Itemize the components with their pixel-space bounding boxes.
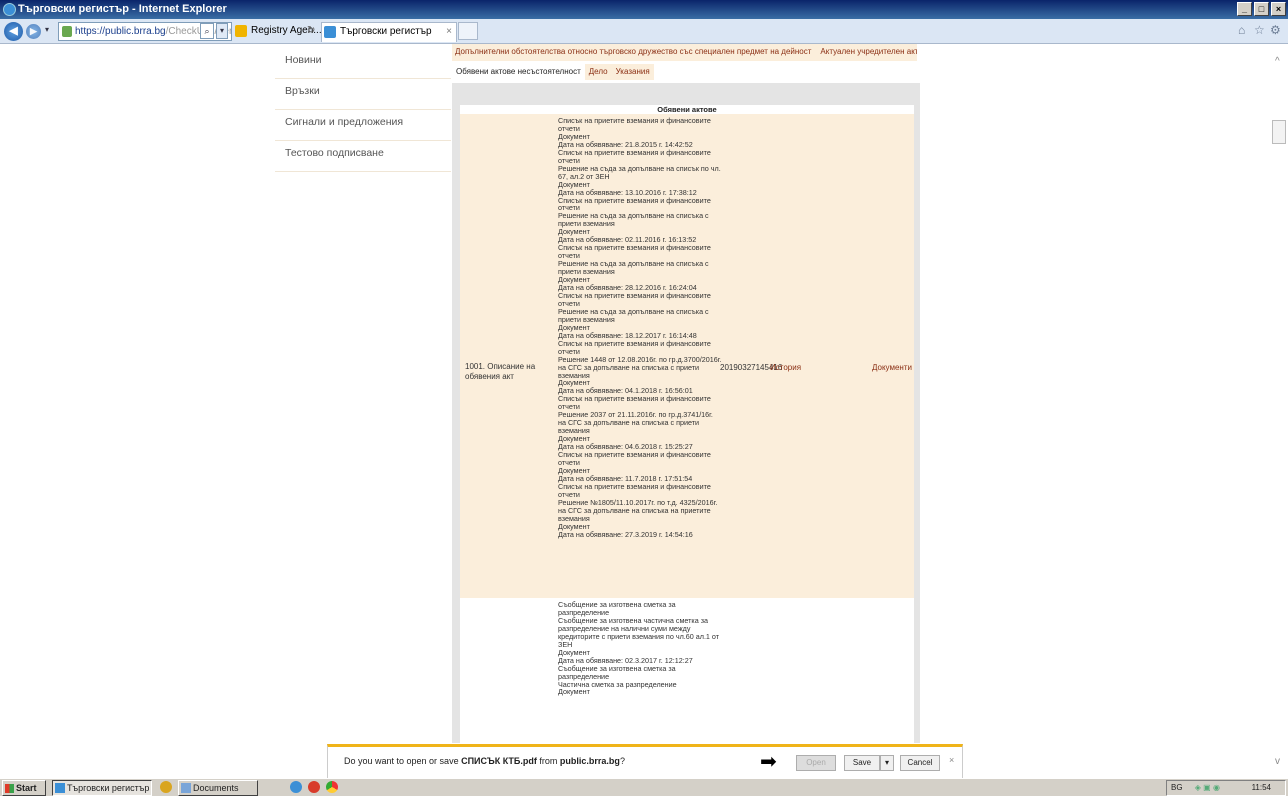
entry-text: кредиторите с приети вземания по чл.60 а… bbox=[558, 631, 720, 641]
subtabs: Обявени актове несъстоятелност Дело Указан… bbox=[452, 64, 654, 80]
tab-instructions[interactable]: Указания bbox=[611, 64, 654, 80]
documents-folder-icon bbox=[181, 783, 191, 793]
registry-favicon-icon bbox=[235, 25, 247, 37]
pointing-arrow-icon: ➡ bbox=[760, 751, 777, 773]
scroll-up-icon[interactable]: ^ bbox=[1275, 56, 1280, 67]
tab-case[interactable]: Дело bbox=[584, 64, 612, 80]
save-button[interactable]: Save bbox=[844, 755, 880, 771]
new-tab-button[interactable] bbox=[458, 22, 478, 40]
top-links: Допълнителни обстоятелства относно търго… bbox=[452, 44, 917, 61]
cancel-button[interactable]: Cancel bbox=[900, 755, 940, 771]
address-dropdown-icon[interactable]: ▾ bbox=[216, 23, 228, 39]
announced-acts-list: Съобщение за изготвена сметка за разпреде… bbox=[558, 601, 726, 696]
download-prompt-middle: from bbox=[536, 756, 560, 766]
taskbar-item-ie-label: Търговски регистър -... bbox=[67, 783, 151, 793]
scroll-down-icon[interactable]: v bbox=[1275, 756, 1280, 767]
entry-text: Списък на приетите вземания и финансовит… bbox=[558, 243, 711, 253]
internet-explorer-icon bbox=[55, 783, 65, 793]
sidebar-item-test-signing[interactable]: Тестово подписване bbox=[275, 141, 451, 172]
maximize-button[interactable]: □ bbox=[1254, 2, 1269, 16]
entry-text: Списък на приетите вземания и финансовит… bbox=[558, 290, 711, 300]
system-tray: BG ◈ ▣ ◉ 11:54 bbox=[1166, 780, 1286, 796]
chrome-icon[interactable] bbox=[326, 781, 338, 793]
search-icon[interactable]: ⌕ bbox=[200, 23, 214, 39]
window-controls: _ □ × bbox=[1237, 2, 1286, 16]
link-additional-circumstances[interactable]: Допълнителни обстоятелства относно търго… bbox=[455, 47, 811, 56]
forward-icon[interactable]: ▶ bbox=[26, 24, 41, 39]
save-options-dropdown[interactable]: ▾ bbox=[880, 755, 894, 771]
entry-text: Списък на приетите вземания и финансовит… bbox=[558, 481, 711, 491]
browser-navbar: ◀ ▶ ▾ https://public.brra.bg/CheckUps/Ve… bbox=[0, 19, 1288, 44]
close-window-button[interactable]: × bbox=[1271, 2, 1286, 16]
vertical-scrollbar[interactable]: ^ v bbox=[1271, 44, 1288, 768]
gear-icon[interactable]: ⚙ bbox=[1270, 23, 1281, 37]
entry-text: Списък на приетите вземания и финансовит… bbox=[558, 338, 711, 348]
sidebar-item-links[interactable]: Връзки bbox=[275, 79, 451, 110]
tab-registry-agency[interactable]: Registry Agen... bbox=[233, 22, 322, 42]
internet-explorer-icon bbox=[3, 3, 16, 16]
clock: 11:54 bbox=[1251, 783, 1271, 792]
sidebar: Новини Връзки Сигнали и предложения Тест… bbox=[275, 48, 451, 172]
entry-text: Дата на обявяване: 27.3.2019 г. 14:54:16 bbox=[558, 529, 693, 539]
folder-icon[interactable] bbox=[160, 781, 172, 793]
history-dropdown-icon[interactable]: ▾ bbox=[45, 25, 49, 34]
tab-trade-register[interactable]: Търговски регистър × bbox=[321, 22, 457, 42]
download-filename: СПИСЪК КТБ.pdf bbox=[461, 756, 537, 766]
documents-link[interactable]: Документи bbox=[872, 363, 912, 372]
address-host: https://public.brra.bg bbox=[75, 26, 166, 37]
table-header: Обявени актове bbox=[460, 105, 914, 114]
history-link[interactable]: История bbox=[770, 363, 801, 372]
language-indicator[interactable]: BG bbox=[1171, 783, 1183, 792]
tab-insolvency-acts[interactable]: Обявени актове несъстоятелност bbox=[452, 64, 585, 80]
download-source: public.brra.bg bbox=[559, 756, 620, 766]
back-icon[interactable]: ◀ bbox=[4, 22, 23, 41]
entry-text: Списък на приетите вземания и финансовит… bbox=[558, 450, 711, 460]
window-title: Търговски регистър - Internet Explorer bbox=[18, 3, 227, 15]
window-title-bar: Търговски регистър - Internet Explorer _… bbox=[0, 0, 1288, 19]
start-button[interactable]: Start bbox=[2, 780, 46, 796]
row-label: 1001. Описание на обявения акт bbox=[465, 362, 536, 381]
tray-icons: ◈ ▣ ◉ bbox=[1194, 783, 1220, 792]
taskbar-item-documents[interactable]: Documents bbox=[178, 780, 258, 796]
favorites-star-icon[interactable]: ☆ bbox=[1254, 23, 1265, 37]
tab-trade-register-label: Търговски регистър bbox=[340, 26, 432, 37]
announced-acts-list: Списък на приетите вземания и финансовит… bbox=[558, 117, 726, 539]
home-icon[interactable]: ⌂ bbox=[1238, 23, 1245, 37]
close-tab-icon[interactable]: × bbox=[446, 23, 452, 41]
entry-text: Списък на приетите вземания и финансовит… bbox=[558, 394, 711, 404]
site-lock-icon bbox=[62, 26, 72, 37]
ie-quicklaunch-icon[interactable] bbox=[290, 781, 302, 793]
sidebar-item-signals[interactable]: Сигнали и предложения bbox=[275, 110, 451, 141]
taskbar-item-documents-label: Documents bbox=[193, 783, 239, 793]
entry-text: Списък на приетите вземания и финансовит… bbox=[558, 195, 711, 205]
document-link[interactable]: Документ bbox=[558, 688, 726, 696]
taskbar: Start Търговски регистър -... Documents … bbox=[0, 778, 1288, 796]
download-prompt-prefix: Do you want to open or save bbox=[344, 756, 462, 766]
close-download-bar-icon[interactable]: × bbox=[949, 755, 954, 765]
entry-text: Списък на приетите вземания и финансовит… bbox=[558, 147, 711, 157]
download-prompt: Do you want to open or save СПИСЪК КТБ.p… bbox=[344, 756, 625, 766]
taskbar-item-ie[interactable]: Търговски регистър -... bbox=[52, 780, 152, 796]
trade-register-favicon-icon bbox=[324, 26, 336, 38]
sidebar-item-news[interactable]: Новини bbox=[275, 48, 451, 79]
refresh-icon[interactable]: ↻ bbox=[305, 22, 318, 42]
download-prompt-suffix: ? bbox=[619, 756, 625, 766]
opera-icon[interactable] bbox=[308, 781, 320, 793]
download-notification-bar: Do you want to open or save СПИСЪК КТБ.p… bbox=[327, 744, 963, 778]
scrollbar-thumb[interactable] bbox=[1272, 120, 1286, 144]
open-button[interactable]: Open bbox=[796, 755, 836, 771]
link-current-founding-act[interactable]: Актуален учредителен акт bbox=[820, 47, 917, 56]
minimize-button[interactable]: _ bbox=[1237, 2, 1252, 16]
entry-text: Списък на приетите вземания и финансовит… bbox=[558, 116, 711, 125]
